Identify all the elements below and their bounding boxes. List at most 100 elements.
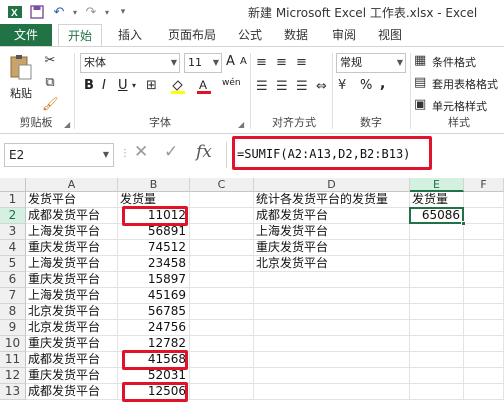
cell-c8[interactable] [190, 304, 254, 320]
row-header[interactable]: 11 [0, 352, 26, 368]
row-header[interactable]: 7 [0, 288, 26, 304]
row-header[interactable]: 13 [0, 384, 26, 400]
redo-dropdown-icon[interactable]: ▾ [102, 1, 112, 23]
align-bottom-icon[interactable]: ≡ [296, 55, 307, 71]
cell-a1[interactable]: 发货平台 [26, 192, 118, 208]
cell-d13[interactable] [254, 384, 410, 400]
cell-d1[interactable]: 统计各发货平台的发货量 [254, 192, 410, 208]
cell-a2[interactable]: 成都发货平台 [26, 208, 118, 224]
cell-d7[interactable] [254, 288, 410, 304]
cell-a12[interactable]: 重庆发货平台 [26, 368, 118, 384]
tab-page-layout[interactable]: 页面布局 [160, 24, 224, 47]
cell-a13[interactable]: 成都发货平台 [26, 384, 118, 400]
cell-e4[interactable] [410, 240, 464, 256]
row-header[interactable]: 2 [0, 208, 26, 224]
chevron-down-icon[interactable]: ▾ [132, 78, 136, 94]
font-size-select[interactable]: 11 ▼ [184, 53, 222, 73]
row-header[interactable]: 5 [0, 256, 26, 272]
cell-f12[interactable] [464, 368, 504, 384]
cell-b12[interactable]: 52031 [118, 368, 190, 384]
undo-dropdown-icon[interactable]: ▾ [70, 1, 80, 23]
cell-style-icon[interactable]: ▣ [414, 97, 426, 113]
cell-f4[interactable] [464, 240, 504, 256]
cell-a6[interactable]: 重庆发货平台 [26, 272, 118, 288]
cell-d5[interactable]: 北京发货平台 [254, 256, 410, 272]
cell-d3[interactable]: 上海发货平台 [254, 224, 410, 240]
cell-e3[interactable] [410, 224, 464, 240]
cell-b4[interactable]: 74512 [118, 240, 190, 256]
currency-icon[interactable]: ¥ [338, 78, 346, 94]
decrease-font-size-button[interactable]: A [240, 56, 247, 67]
cell-e9[interactable] [410, 320, 464, 336]
cell-a11[interactable]: 成都发货平台 [26, 352, 118, 368]
cell-b3[interactable]: 56891 [118, 224, 190, 240]
cell-c3[interactable] [190, 224, 254, 240]
cell-b5[interactable]: 23458 [118, 256, 190, 272]
column-header-b[interactable]: B [118, 178, 190, 192]
cell-d2[interactable]: 成都发货平台 [254, 208, 410, 224]
cell-b2[interactable]: 11012 [118, 208, 190, 224]
font-color-icon[interactable]: A [196, 78, 212, 99]
row-header[interactable]: 12 [0, 368, 26, 384]
formula-bar-handle-icon[interactable]: ⋮ [120, 148, 130, 159]
cut-icon[interactable]: ✂ [42, 53, 58, 69]
align-right-icon[interactable]: ☰ [296, 79, 308, 95]
cell-a4[interactable]: 重庆发货平台 [26, 240, 118, 256]
undo-icon[interactable]: ↶ [48, 1, 70, 23]
row-header[interactable]: 1 [0, 192, 26, 208]
percent-button[interactable]: % [360, 78, 372, 93]
cell-a5[interactable]: 上海发货平台 [26, 256, 118, 272]
cell-b1[interactable]: 发货量 [118, 192, 190, 208]
tab-view[interactable]: 视图 [372, 24, 408, 47]
cell-b7[interactable]: 45169 [118, 288, 190, 304]
cell-f1[interactable] [464, 192, 504, 208]
cell-e8[interactable] [410, 304, 464, 320]
conditional-format-button[interactable]: 条件格式 [432, 54, 476, 70]
column-header-a[interactable]: A [26, 178, 118, 192]
cell-b6[interactable]: 15897 [118, 272, 190, 288]
italic-button[interactable]: I [102, 78, 106, 93]
cell-e13[interactable] [410, 384, 464, 400]
redo-icon[interactable]: ↷ [80, 1, 102, 23]
formula-input[interactable]: =SUMIF(A2:A13,D2,B2:B13) [226, 142, 504, 168]
cell-a10[interactable]: 重庆发货平台 [26, 336, 118, 352]
cell-b9[interactable]: 24756 [118, 320, 190, 336]
cell-b10[interactable]: 12782 [118, 336, 190, 352]
cell-e1[interactable]: 发货量 [410, 192, 464, 208]
conditional-format-icon[interactable]: ▦ [414, 53, 426, 69]
row-header[interactable]: 10 [0, 336, 26, 352]
borders-icon[interactable]: ⊞ [146, 78, 157, 94]
table-format-button[interactable]: 套用表格格式 [432, 76, 498, 92]
insert-function-icon[interactable]: fx [196, 142, 212, 162]
cell-e10[interactable] [410, 336, 464, 352]
tab-home[interactable]: 开始 [58, 24, 102, 47]
name-box[interactable]: E2 ▼ [4, 143, 114, 167]
cell-d6[interactable] [254, 272, 410, 288]
customize-toolbar-icon[interactable]: ▾ [112, 1, 134, 23]
phonetic-guide-button[interactable]: wén [222, 78, 241, 88]
tab-review[interactable]: 审阅 [326, 24, 362, 47]
fill-handle[interactable] [461, 221, 466, 226]
cell-a7[interactable]: 上海发货平台 [26, 288, 118, 304]
cell-d10[interactable] [254, 336, 410, 352]
row-header[interactable]: 6 [0, 272, 26, 288]
cell-f13[interactable] [464, 384, 504, 400]
cell-b8[interactable]: 56785 [118, 304, 190, 320]
align-top-icon[interactable]: ≡ [256, 55, 267, 71]
cell-e2[interactable]: 65086 [410, 208, 464, 224]
cell-c10[interactable] [190, 336, 254, 352]
table-format-icon[interactable]: ▤ [414, 75, 426, 91]
cell-a3[interactable]: 上海发货平台 [26, 224, 118, 240]
tab-data[interactable]: 数据 [278, 24, 314, 47]
copy-icon[interactable]: ⧉ [42, 75, 58, 91]
cell-style-button[interactable]: 单元格样式 [432, 98, 487, 114]
align-center-icon[interactable]: ☰ [276, 79, 288, 95]
cell-a9[interactable]: 北京发货平台 [26, 320, 118, 336]
cell-c7[interactable] [190, 288, 254, 304]
align-left-icon[interactable]: ☰ [256, 79, 268, 95]
tab-file[interactable]: 文件 [0, 24, 52, 47]
align-middle-icon[interactable]: ≡ [276, 55, 287, 71]
select-all-corner[interactable] [0, 178, 26, 192]
cell-c6[interactable] [190, 272, 254, 288]
column-header-f[interactable]: F [464, 178, 504, 192]
